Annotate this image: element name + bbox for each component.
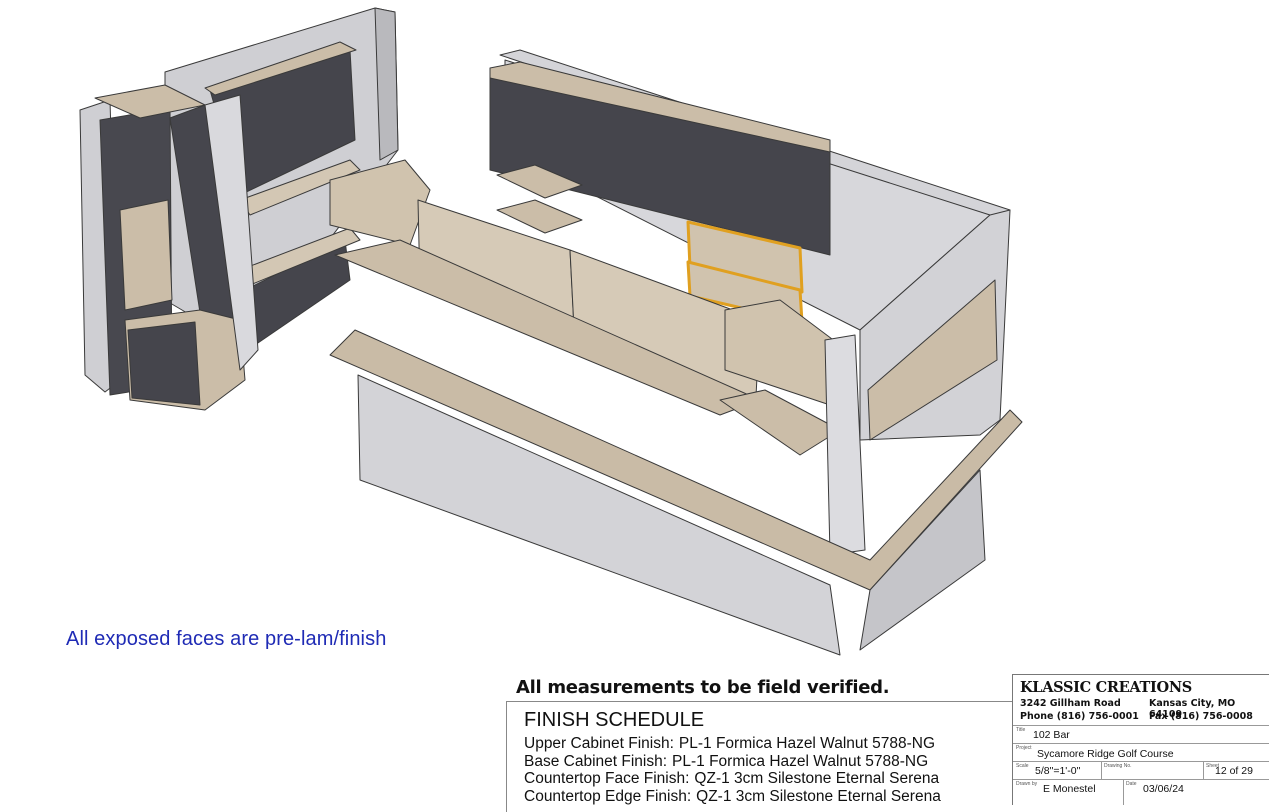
company-phone: Phone (816) 756-0001 xyxy=(1020,711,1139,722)
field-verified-note: All measurements to be field verified. xyxy=(516,677,890,698)
drawing-scale: 5/8"=1'-0" xyxy=(1035,765,1081,777)
finish-schedule-rows: Upper Cabinet Finish: PL-1 Formica Hazel … xyxy=(524,735,946,805)
finish-row: Countertop Edge Finish: QZ-1 3cm Sileston… xyxy=(524,787,941,805)
finish-row: Countertop Face Finish: QZ-1 3cm Sileston… xyxy=(524,770,940,787)
date-label: Date xyxy=(1126,781,1137,787)
isometric-bar-model xyxy=(79,7,1023,656)
exposed-faces-note: All exposed faces are pre-lam/finish xyxy=(66,628,387,650)
drawing-title: 102 Bar xyxy=(1033,729,1070,741)
title-block: KLASSIC CREATIONS 3242 Gillham Road Kans… xyxy=(1012,674,1269,805)
company-name: KLASSIC CREATIONS xyxy=(1020,679,1192,696)
finish-row: Base Cabinet Finish: PL-1 Formica Hazel W… xyxy=(524,752,929,770)
finish-row: Upper Cabinet Finish: PL-1 Formica Hazel … xyxy=(524,735,936,752)
sheet-number: 12 of 29 xyxy=(1215,765,1253,777)
project-label: Project xyxy=(1016,745,1032,751)
drawing-no-label: Drawing No. xyxy=(1104,763,1132,769)
drawn-by-label: Drawn by xyxy=(1016,781,1038,787)
company-fax: Fax (816) 756-0008 xyxy=(1149,711,1253,722)
right-pillar xyxy=(824,334,866,556)
base-cabinet-left-doors xyxy=(127,321,201,406)
company-address: 3242 Gillham Road xyxy=(1020,698,1121,709)
finish-schedule: FINISH SCHEDULE Upper Cabinet Finish: PL-… xyxy=(506,701,1013,812)
tall-cabinet-niche xyxy=(119,199,173,311)
title-label: Title xyxy=(1016,727,1026,733)
drawn-by: E Monestel xyxy=(1043,783,1096,795)
project-name: Sycamore Ridge Golf Course xyxy=(1037,748,1174,760)
shelf-2 xyxy=(496,199,583,234)
finish-schedule-title: FINISH SCHEDULE xyxy=(524,709,705,731)
drawing-date: 03/06/24 xyxy=(1143,783,1184,795)
scale-label: Scale xyxy=(1016,763,1029,769)
